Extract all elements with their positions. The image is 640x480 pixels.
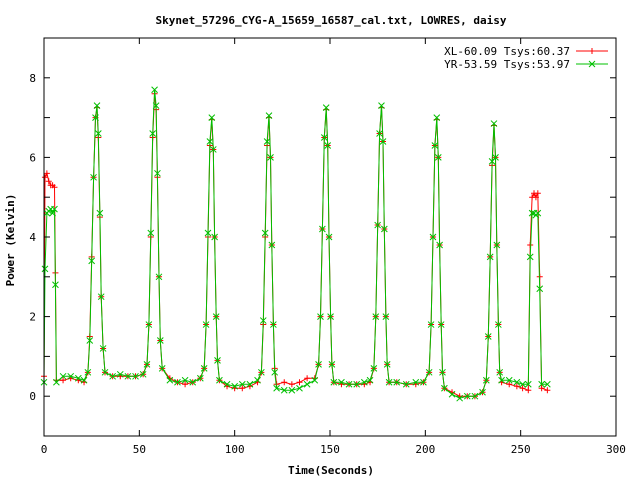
data-point-plus [589, 48, 595, 54]
x-tick-label: 300 [606, 443, 626, 456]
series-line [43, 93, 548, 397]
legend-label: YR-53.59 Tsys:53.97 [444, 58, 570, 71]
data-point-plus [544, 387, 551, 394]
x-tick-label: 250 [511, 443, 531, 456]
x-tick-label: 150 [320, 443, 340, 456]
series-1 [41, 90, 551, 400]
x-axis-label: Time(Seconds) [288, 464, 374, 477]
x-tick-label: 100 [225, 443, 245, 456]
y-tick-label: 0 [29, 390, 36, 403]
data-point-plus [525, 387, 532, 394]
series-line [43, 89, 548, 399]
data-point-plus [304, 375, 311, 382]
y-tick-label: 6 [29, 151, 36, 164]
x-tick-label: 200 [415, 443, 435, 456]
y-axis-label: Power (Kelvin) [4, 194, 17, 287]
chart-canvas: Skynet_57296_CYG-A_15659_16587_cal.txt, … [4, 14, 626, 477]
chart-title: Skynet_57296_CYG-A_15659_16587_cal.txt, … [156, 14, 507, 27]
axis-layer: 0 50 100 150 200 250 300 0 2 4 6 8 [29, 37, 626, 456]
y-tick-label: 2 [29, 311, 36, 324]
data-point-plus [281, 379, 288, 386]
y-tick-label: 8 [29, 72, 36, 85]
x-tick-label: 50 [133, 443, 146, 456]
series-2 [40, 86, 551, 402]
legend: XL-60.09 Tsys:60.37YR-53.59 Tsys:53.97 [444, 45, 608, 71]
y-tick-label: 4 [29, 231, 36, 244]
data-point-cross [303, 380, 311, 388]
legend-label: XL-60.09 Tsys:60.37 [444, 45, 570, 58]
data-point-plus [296, 379, 303, 386]
data-point-plus [288, 381, 295, 388]
series-layer [40, 86, 551, 402]
x-tick-label: 0 [41, 443, 48, 456]
